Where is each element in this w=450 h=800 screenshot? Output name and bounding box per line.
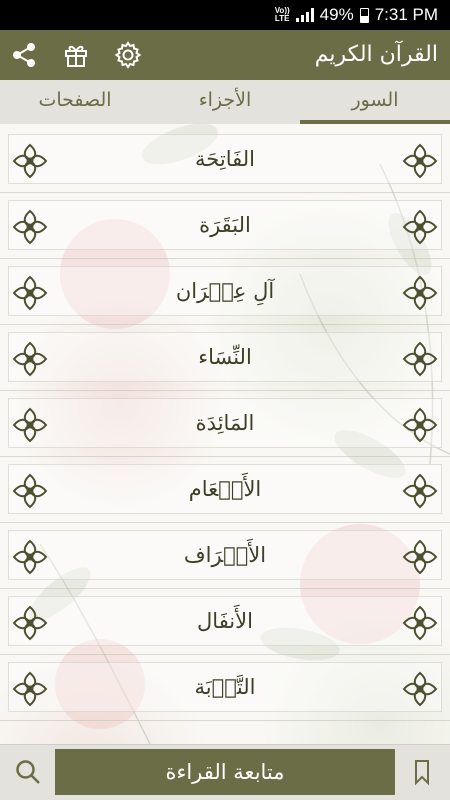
surah-row[interactable]: البَقَرَة [8, 200, 442, 250]
ornament-icon [401, 669, 439, 709]
row-divider [0, 720, 450, 721]
share-icon[interactable] [7, 38, 41, 72]
status-bar: Vo)) LTE 49% 7:31 PM [0, 0, 450, 30]
continue-reading-button[interactable]: متابعة القراءة [55, 749, 395, 795]
volte-indicator: Vo)) LTE [274, 6, 290, 23]
surah-name: المَائِدَة [195, 411, 255, 435]
app-bar: القرآن الكريم [0, 30, 450, 80]
clock: 7:31 PM [374, 5, 438, 24]
surah-name: النِّسَاء [198, 345, 252, 369]
app-title: القرآن الكريم [314, 42, 438, 67]
ornament-icon [401, 339, 439, 379]
signal-icon [295, 8, 314, 22]
row-divider [0, 192, 450, 193]
ornament-icon [401, 603, 439, 643]
surah-row[interactable]: الأَعۡرَاف [8, 530, 442, 580]
surah-name: التَّوۡبَة [194, 675, 256, 699]
tab-surahs[interactable]: السور [300, 80, 450, 124]
surah-row[interactable]: آلِ عِمۡرَان [8, 266, 442, 316]
ornament-icon [401, 207, 439, 247]
bookmark-icon[interactable] [405, 755, 439, 789]
ornament-icon [401, 471, 439, 511]
row-divider [0, 258, 450, 259]
ornament-icon [401, 141, 439, 181]
surah-row[interactable]: الفَاتِحَة [8, 134, 442, 184]
surah-name: آلِ عِمۡرَان [175, 279, 275, 303]
row-divider [0, 390, 450, 391]
row-divider [0, 654, 450, 655]
ornament-icon [401, 273, 439, 313]
surah-row[interactable]: المَائِدَة [8, 398, 442, 448]
surah-row[interactable]: الأَنۡعَام [8, 464, 442, 514]
surah-row[interactable]: الأَنفَال [8, 596, 442, 646]
surah-name: الأَنۡعَام [188, 477, 262, 501]
surah-list[interactable]: الفَاتِحَة البَقَرَة آلِ عِمۡرَان النِّسَاء… [0, 124, 450, 744]
ornament-icon [401, 537, 439, 577]
surah-name: البَقَرَة [199, 213, 251, 237]
gear-icon[interactable] [111, 38, 145, 72]
surah-name: الفَاتِحَة [195, 147, 255, 171]
surah-row[interactable]: التَّوۡبَة [8, 662, 442, 712]
surah-name: الأَنفَال [197, 609, 253, 633]
ornament-icon [401, 405, 439, 445]
tab-pages[interactable]: الصفحات [0, 80, 150, 124]
row-divider [0, 324, 450, 325]
gift-icon[interactable] [59, 38, 93, 72]
battery-icon [359, 7, 369, 23]
battery-percent: 49% [319, 5, 354, 24]
tab-bar: الصفحات الأجزاء السور [0, 80, 450, 124]
tab-parts[interactable]: الأجزاء [150, 80, 300, 124]
search-icon[interactable] [11, 755, 45, 789]
bottom-bar: متابعة القراءة [0, 744, 450, 800]
row-divider [0, 522, 450, 523]
surah-name: الأَعۡرَاف [183, 543, 267, 567]
row-divider [0, 456, 450, 457]
surah-row[interactable]: النِّسَاء [8, 332, 442, 382]
row-divider [0, 588, 450, 589]
